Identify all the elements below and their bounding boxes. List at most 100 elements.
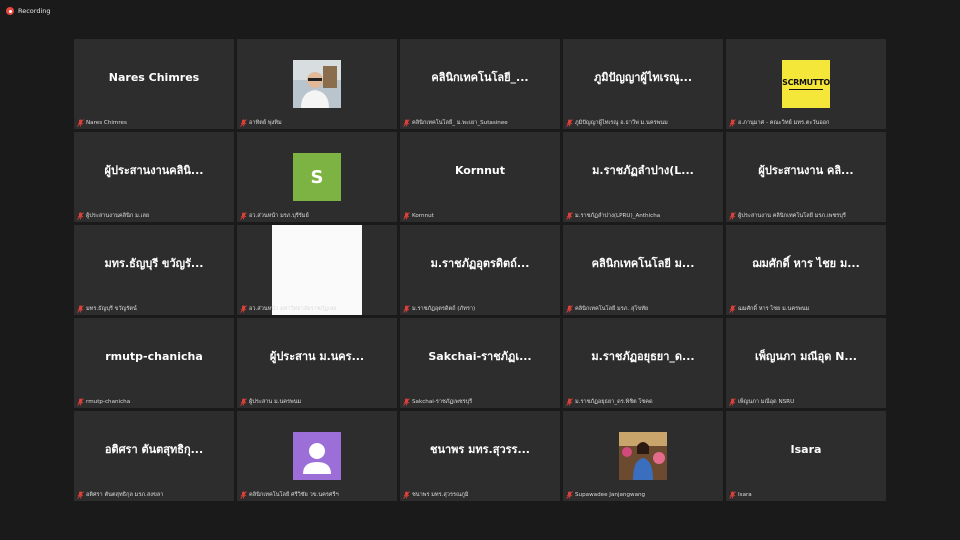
participant-display-name: Sakchai-ราชภัฏเ... <box>428 350 532 363</box>
muted-mic-icon <box>240 212 247 220</box>
participant-name: Supawadee Janjangwang <box>575 492 646 498</box>
participant-name-label: อว.ส่วนหน้า มรภ.บุรีรัมย์ <box>240 211 309 221</box>
participant-tile[interactable]: อว.ส่วนหน้า มหาวิทยาลัยราชภัฏเลย <box>237 225 397 315</box>
participant-name: Nares Chimres <box>86 120 127 126</box>
participant-tile[interactable]: rmutp-chanicha rmutp-chanicha <box>74 318 234 408</box>
muted-mic-icon <box>77 305 84 313</box>
participant-name-label: ชนาพร มทร.สุวรรณภูมิ <box>403 490 469 500</box>
participant-display-name: Kornnut <box>454 163 506 177</box>
participant-tile[interactable]: คลินิกเทคโนโลยี_... คลินิกเทคโนโลยี_ ม.พะ… <box>400 39 560 129</box>
participant-name: อ.ภานุมาศ - คณะวิทย์ มทร.ตะวันออก <box>738 120 830 126</box>
recording-indicator[interactable]: Recording <box>6 5 51 17</box>
participant-display-name: เพ็ญนภา มณีอุด N... <box>755 350 857 363</box>
participant-tile[interactable]: คลินิกเทคโนโลยี ศรีวิชัย วข.นครศรีฯ <box>237 411 397 501</box>
participant-name-label: ผู้ประสาน ม.นครพนม <box>240 397 301 407</box>
participant-name-label: คลินิกเทคโนโลยี มรภ. สุโขทัย <box>566 304 648 314</box>
participant-display-name: Nares Chimres <box>108 70 200 84</box>
participant-tile[interactable]: ชนาพร มทร.สุวรร... ชนาพร มทร.สุวรรณภูมิ <box>400 411 560 501</box>
participant-tile[interactable]: ม.ราชภัฏลำปาง(L... ม.ราชภัฏลำปาง(LPRU)_An… <box>563 132 723 222</box>
participant-name: อว.ส่วนหน้า มรภ.บุรีรัมย์ <box>249 213 309 219</box>
participant-name: ชนาพร มทร.สุวรรณภูมิ <box>412 492 469 498</box>
participant-name-label: อว.ส่วนหน้า มหาวิทยาลัยราชภัฏเลย <box>240 304 337 314</box>
muted-mic-icon <box>403 305 410 313</box>
participant-tile[interactable]: อติศรา ตันตสุทธิกุ... อติศรา ตันตสุทธิกุล… <box>74 411 234 501</box>
participant-name-label: อติศรา ตันตสุทธิกุล มรภ.สงขลา <box>77 490 163 500</box>
participant-tile[interactable]: เพ็ญนภา มณีอุด N... เพ็ญนภา มณีอุด NSRU <box>726 318 886 408</box>
participant-display-name: ม.ราชภัฏอยุธยา_ด... <box>591 350 695 363</box>
muted-mic-icon <box>729 398 736 406</box>
participant-tile[interactable]: ภูมิปัญญาผู้ไทเรณู... ภูมิปัญญาผู้ไทเรณู … <box>563 39 723 129</box>
participant-display-name: Isara <box>790 442 822 456</box>
participant-name: Isara <box>738 492 752 498</box>
participant-name-label: Isara <box>729 490 752 500</box>
muted-mic-icon <box>240 305 247 313</box>
participant-name-label: rmutp-chanicha <box>77 397 130 407</box>
participant-tile[interactable]: ผู้ประสาน ม.นคร... ผู้ประสาน ม.นครพนม <box>237 318 397 408</box>
participant-tile[interactable]: Kornnut Kornnut <box>400 132 560 222</box>
muted-mic-icon <box>403 398 410 406</box>
participant-name: อติศรา ตันตสุทธิกุล มรภ.สงขลา <box>86 492 164 498</box>
participant-display-name: ผู้ประสานงาน คลิ... <box>758 164 854 177</box>
participant-tile[interactable]: ม.ราชภัฏอุตรดิตถ์... ม.ราชภัฏอุตรดิตถ์ (ภ… <box>400 225 560 315</box>
muted-mic-icon <box>729 305 736 313</box>
participant-name-label: คลินิกเทคโนโลยี_ ม.พะเยา_Sutasinee <box>403 118 508 128</box>
participant-name: มทร.ธัญบุรี ขวัญรัตน์ <box>86 306 137 312</box>
participant-display-name: ผู้ประสานงานคลินิ... <box>104 164 204 177</box>
participant-name: คลินิกเทคโนโลยี มรภ. สุโขทัย <box>575 306 649 312</box>
participant-display-name: ผู้ประสาน ม.นคร... <box>269 350 365 363</box>
participant-tile[interactable]: ผู้ประสานงานคลินิ... ผู้ประสานงานคลินิก ม… <box>74 132 234 222</box>
participant-tile[interactable]: ผู้ประสานงาน คลิ... ผู้ประสานงาน คลินิกเท… <box>726 132 886 222</box>
participant-name: คลินิกเทคโนโลยี_ ม.พะเยา_Sutasinee <box>412 120 508 126</box>
muted-mic-icon <box>240 119 247 127</box>
participant-name: อาทิตย์ พุ่งทิม <box>249 120 282 126</box>
participant-tile[interactable]: อาทิตย์ พุ่งทิม <box>237 39 397 129</box>
participant-display-name: ชนาพร มทร.สุวรร... <box>430 443 530 456</box>
participant-name-label: อ.ภานุมาศ - คณะวิทย์ มทร.ตะวันออก <box>729 118 829 128</box>
participant-display-name: มทร.ธัญบุรี ขวัญรั... <box>104 257 204 270</box>
logo-underline <box>789 89 823 90</box>
participant-name-label: เพ็ญนภา มณีอุด NSRU <box>729 397 794 407</box>
participant-tile[interactable]: Isara Isara <box>726 411 886 501</box>
participant-tile[interactable]: มทร.ธัญบุรี ขวัญรั... มทร.ธัญบุรี ขวัญรัต… <box>74 225 234 315</box>
participant-name: ภูมิปัญญาผู้ไทเรณู อ.ธาวีพ่ ม.นครพนม <box>575 120 668 126</box>
participant-name-label: ฌมศักดิ์ หาร ไชย ม.นครพนม <box>729 304 809 314</box>
participant-video <box>619 432 667 480</box>
participant-video <box>293 60 341 108</box>
participant-name: ฌมศักดิ์ หาร ไชย ม.นครพนม <box>738 306 810 312</box>
participant-tile[interactable]: Sakchai-ราชภัฏเ... Sakchai-ราชภัฏเพชรบุรี <box>400 318 560 408</box>
participant-name: ม.ราชภัฏอยุธยา_ดร.พิชิต โชคด <box>575 399 653 405</box>
participant-tile[interactable]: Supawadee Janjangwang <box>563 411 723 501</box>
participant-name-label: Nares Chimres <box>77 118 127 128</box>
muted-mic-icon <box>729 119 736 127</box>
muted-mic-icon <box>566 305 573 313</box>
participant-name-label: อาทิตย์ พุ่งทิม <box>240 118 282 128</box>
muted-mic-icon <box>403 119 410 127</box>
muted-mic-icon <box>566 119 573 127</box>
muted-mic-icon <box>77 491 84 499</box>
participant-name-label: Supawadee Janjangwang <box>566 490 645 500</box>
participant-display-name: คลินิกเทคโนโลยี_... <box>431 71 529 84</box>
participant-name: ผู้ประสาน ม.นครพนม <box>249 399 302 405</box>
muted-mic-icon <box>566 398 573 406</box>
participant-tile[interactable]: ม.ราชภัฏอยุธยา_ด... ม.ราชภัฏอยุธยา_ดร.พิช… <box>563 318 723 408</box>
participant-video <box>272 225 362 315</box>
participant-display-name: อติศรา ตันตสุทธิกุ... <box>104 443 204 456</box>
participant-display-name: ม.ราชภัฏลำปาง(L... <box>592 164 694 177</box>
participant-display-name: ภูมิปัญญาผู้ไทเรณู... <box>593 71 693 84</box>
participant-name: ผู้ประสานงาน คลินิกเทคโนโลยี มรภ.เพชรบุร… <box>738 213 846 219</box>
muted-mic-icon <box>403 212 410 220</box>
participant-tile[interactable]: คลินิกเทคโนโลยี ม... คลินิกเทคโนโลยี มรภ.… <box>563 225 723 315</box>
participant-tile[interactable]: ฌมศักดิ์ หาร ไชย ม... ฌมศักดิ์ หาร ไชย ม.… <box>726 225 886 315</box>
muted-mic-icon <box>77 212 84 220</box>
participant-tile[interactable]: S อว.ส่วนหน้า มรภ.บุรีรัมย์ <box>237 132 397 222</box>
participant-tile[interactable]: Nares Chimres Nares Chimres <box>74 39 234 129</box>
muted-mic-icon <box>77 398 84 406</box>
participant-display-name: rmutp-chanicha <box>105 349 203 363</box>
participant-tile[interactable]: SCRMUTTO อ.ภานุมาศ - คณะวิทย์ มทร.ตะวันออ… <box>726 39 886 129</box>
muted-mic-icon <box>729 491 736 499</box>
muted-mic-icon <box>566 491 573 499</box>
participant-display-name: คลินิกเทคโนโลยี ม... <box>591 257 695 270</box>
participant-display-name: ฌมศักดิ์ หาร ไชย ม... <box>752 257 860 270</box>
muted-mic-icon <box>729 212 736 220</box>
participant-name-label: ม.ราชภัฏลำปาง(LPRU)_Anthicha <box>566 211 660 221</box>
